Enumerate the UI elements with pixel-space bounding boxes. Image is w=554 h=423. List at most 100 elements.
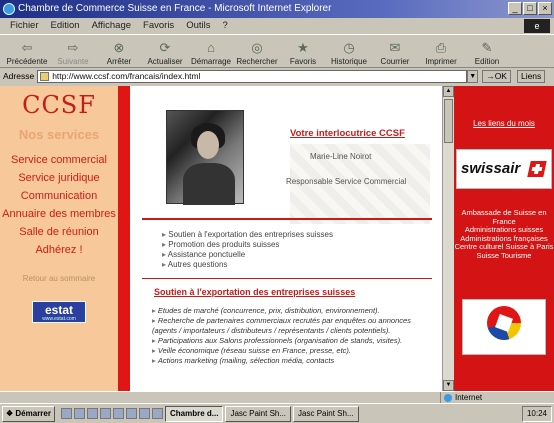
contact-name: Marie-Line Noirot (310, 152, 372, 161)
address-bar: Adresse http://www.ccsf.com/francais/ind… (0, 68, 554, 84)
scroll-up-button[interactable]: ▲ (443, 86, 454, 97)
mail-button[interactable]: ✉ Courrier (372, 35, 418, 67)
links-of-month-title[interactable]: Les liens du mois (454, 119, 554, 128)
links-sidebar: Les liens du mois swissair Ambassade de … (454, 86, 554, 391)
edit-button[interactable]: ✎ Edition (464, 35, 510, 67)
refresh-icon: ⟳ (159, 40, 171, 55)
refresh-button[interactable]: ⟳ Actualiser (142, 35, 188, 67)
scroll-down-button[interactable]: ▼ (443, 380, 454, 391)
red-divider (118, 86, 130, 391)
clock[interactable]: 10:24 (527, 409, 547, 418)
detail-item: Etudes de marché (concurrence, prix, dis… (152, 306, 434, 316)
details-list: Etudes de marché (concurrence, prix, dis… (152, 306, 434, 366)
menu-fichier[interactable]: Fichier (10, 18, 39, 34)
service-list: Soutien à l'exportation des entreprises … (162, 230, 333, 270)
estat-badge[interactable]: estat www.estat.com (32, 301, 86, 323)
close-button[interactable]: × (538, 2, 552, 15)
link-ambassade[interactable]: Ambassade de Suisse en France (454, 208, 554, 226)
toolbar: ⇦ Précédente ⇨ Suivante ⊗ Arrêter ⟳ Actualis… (0, 34, 554, 68)
quick-launch-icon[interactable] (125, 408, 137, 419)
nav-annuaire[interactable]: Annuaire des membres (0, 208, 118, 220)
favorites-button[interactable]: ★ Favoris (280, 35, 326, 67)
stop-button[interactable]: ⊗ Arrêter (96, 35, 142, 67)
nav-communication[interactable]: Communication (0, 190, 118, 202)
search-button[interactable]: ◎ Rechercher (234, 35, 280, 67)
back-arrow-icon: ⇦ (21, 40, 33, 55)
vertical-scrollbar[interactable]: ▲ ▼ (442, 86, 454, 391)
go-button[interactable]: →OK (482, 69, 511, 83)
quick-launch-icon[interactable] (86, 408, 98, 419)
back-button[interactable]: ⇦ Précédente (4, 35, 50, 67)
browser-window: Chambre de Commerce Suisse en France - M… (0, 0, 554, 423)
menu-affichage[interactable]: Affichage (92, 18, 131, 34)
history-button[interactable]: ◷ Historique (326, 35, 372, 67)
ccsf-logo[interactable]: CCSF (0, 91, 118, 119)
partner-links: Ambassade de Suisse en France Administra… (454, 208, 554, 261)
service-item[interactable]: Assistance ponctuelle (162, 250, 333, 260)
task-paintshop-1[interactable]: Jasc Paint Sh... (225, 405, 292, 422)
quick-launch-icon[interactable] (60, 408, 72, 419)
mail-icon: ✉ (389, 40, 401, 55)
taskbar: ❖ Démarrer Chambre d... Jasc Paint Sh...… (0, 403, 554, 423)
links-button[interactable]: Liens (516, 69, 546, 83)
ie-throbber-logo: e (524, 19, 550, 33)
forward-arrow-icon: ⇨ (67, 40, 79, 55)
quick-launch-icon[interactable] (151, 408, 163, 419)
menu-help[interactable]: ? (222, 18, 227, 34)
services-sidebar: CCSF Nos services Service commercial Ser… (0, 86, 118, 391)
quick-launch-icon[interactable] (112, 408, 124, 419)
quick-launch-icon[interactable] (99, 408, 111, 419)
quick-launch (60, 408, 163, 419)
service-item[interactable]: Promotion des produits suisses (162, 240, 333, 250)
print-icon: ⎙ (435, 40, 447, 55)
maximize-button[interactable]: □ (523, 2, 537, 15)
flags-logo[interactable] (462, 299, 546, 355)
menu-edition[interactable]: Edition (51, 18, 80, 34)
detail-item: Actions marketing (mailing, sélection mé… (152, 356, 434, 366)
quick-launch-icon[interactable] (138, 408, 150, 419)
task-paintshop-2[interactable]: Jasc Paint Sh... (293, 405, 359, 422)
quick-launch-icon[interactable] (73, 408, 85, 419)
address-url: http://www.ccsf.com/francais/index.html (52, 70, 201, 81)
address-label: Adresse (3, 71, 35, 81)
detail-item: Participations aux Salons professionnels… (152, 336, 434, 346)
start-button[interactable]: ❖ Démarrer (2, 405, 55, 422)
history-icon: ◷ (343, 40, 355, 55)
print-button[interactable]: ⎙ Imprimer (418, 35, 464, 67)
contact-photo (166, 110, 244, 205)
address-dropdown-button[interactable]: ▼ (467, 69, 479, 83)
forward-button[interactable]: ⇨ Suivante (50, 35, 96, 67)
nav-service-commercial[interactable]: Service commercial (0, 154, 118, 166)
nav-adherez[interactable]: Adhérez ! (0, 244, 118, 256)
ie-icon (3, 3, 15, 15)
divider (142, 278, 432, 279)
contact-title-link[interactable]: Votre interlocutrice CCSF (290, 128, 405, 139)
service-item[interactable]: Soutien à l'exportation des entreprises … (162, 230, 333, 240)
contact-role: Responsable Service Commercial (286, 177, 407, 186)
menu-outils[interactable]: Outils (186, 18, 210, 34)
nav-salle-reunion[interactable]: Salle de réunion (0, 226, 118, 238)
window-title: Chambre de Commerce Suisse en France - M… (18, 3, 332, 14)
home-button[interactable]: ⌂ Démarrage (188, 35, 234, 67)
nav-service-juridique[interactable]: Service juridique (0, 172, 118, 184)
windows-logo-icon: ❖ (6, 408, 14, 418)
swiss-cross-icon (527, 161, 547, 177)
title-bar[interactable]: Chambre de Commerce Suisse en France - M… (0, 0, 554, 18)
system-tray: 10:24 (521, 406, 552, 422)
menu-bar: Fichier Edition Affichage Favoris Outils… (0, 18, 554, 34)
detail-item: Veille économique (réseau suisse en Fran… (152, 346, 434, 356)
main-content: Votre interlocutrice CCSF Marie-Line Noi… (130, 86, 442, 391)
back-to-summary-link[interactable]: Retour au sommaire (0, 274, 118, 283)
address-input[interactable]: http://www.ccsf.com/francais/index.html (37, 69, 468, 83)
service-item[interactable]: Autres questions (162, 260, 333, 270)
page-icon (40, 71, 50, 81)
go-arrow-icon: → (486, 70, 495, 81)
favorites-icon: ★ (297, 40, 309, 55)
task-ie[interactable]: Chambre d... (164, 405, 224, 422)
scroll-thumb[interactable] (444, 99, 453, 143)
status-bar: Internet (0, 391, 554, 404)
minimize-button[interactable]: _ (508, 2, 522, 15)
swissair-banner[interactable]: swissair (456, 149, 552, 189)
menu-favoris[interactable]: Favoris (143, 18, 174, 34)
link-suisse-tourisme[interactable]: Suisse Tourisme (454, 251, 554, 261)
